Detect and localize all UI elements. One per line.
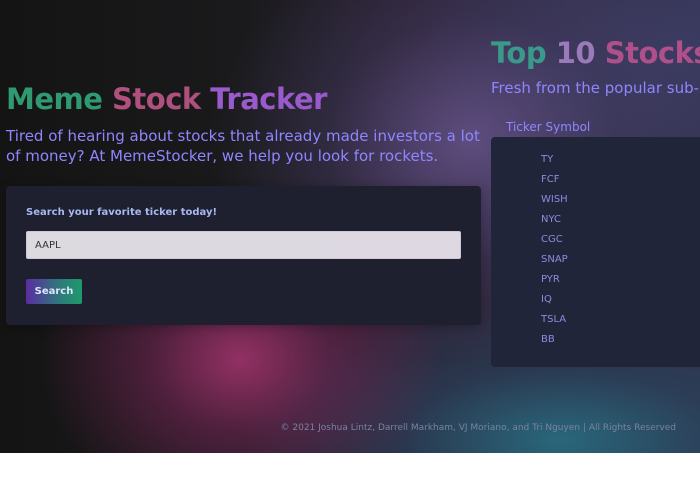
- top-stocks-title: Top 10 Stocks: [491, 36, 700, 70]
- ticker-item[interactable]: TSLA: [541, 310, 568, 330]
- ticker-item[interactable]: NYC: [541, 210, 568, 230]
- ticker-item[interactable]: BB: [541, 330, 568, 350]
- footer-copyright: © 2021 Joshua Lintz, Darrell Markham, VJ…: [280, 423, 677, 433]
- ticker-item[interactable]: FCF: [541, 170, 568, 190]
- ticker-item[interactable]: IQ: [541, 290, 568, 310]
- hero-subtitle: Tired of hearing about stocks that alrea…: [6, 127, 480, 165]
- top-stocks-subtitle: Fresh from the popular sub-: [491, 79, 700, 97]
- ticker-search-input[interactable]: [26, 231, 461, 259]
- ticker-list-card: TY FCF WISH NYC CGC SNAP PYR IQ TSLA BB: [491, 137, 700, 367]
- search-card: Search your favorite ticker today! Searc…: [6, 186, 481, 325]
- top-title-stocks: Stocks: [604, 36, 700, 70]
- hero-title: Meme Stock Tracker: [6, 82, 327, 116]
- page-background: Meme Stock Tracker Tired of hearing abou…: [0, 0, 700, 453]
- top-title-10: 10: [555, 36, 596, 70]
- ticker-symbol-header: Ticker Symbol: [506, 120, 591, 134]
- hero-title-meme: Meme: [6, 82, 103, 116]
- ticker-item[interactable]: PYR: [541, 270, 568, 290]
- hero-title-tracker: Tracker: [210, 82, 327, 116]
- ticker-item[interactable]: SNAP: [541, 250, 568, 270]
- search-button[interactable]: Search: [26, 279, 82, 304]
- hero-title-stock: Stock: [112, 82, 201, 116]
- search-label: Search your favorite ticker today!: [26, 207, 218, 218]
- top-title-top: Top: [491, 36, 547, 70]
- ticker-item[interactable]: WISH: [541, 190, 568, 210]
- ticker-item[interactable]: TY: [541, 150, 568, 170]
- ticker-item[interactable]: CGC: [541, 230, 568, 250]
- ticker-list: TY FCF WISH NYC CGC SNAP PYR IQ TSLA BB: [541, 150, 568, 350]
